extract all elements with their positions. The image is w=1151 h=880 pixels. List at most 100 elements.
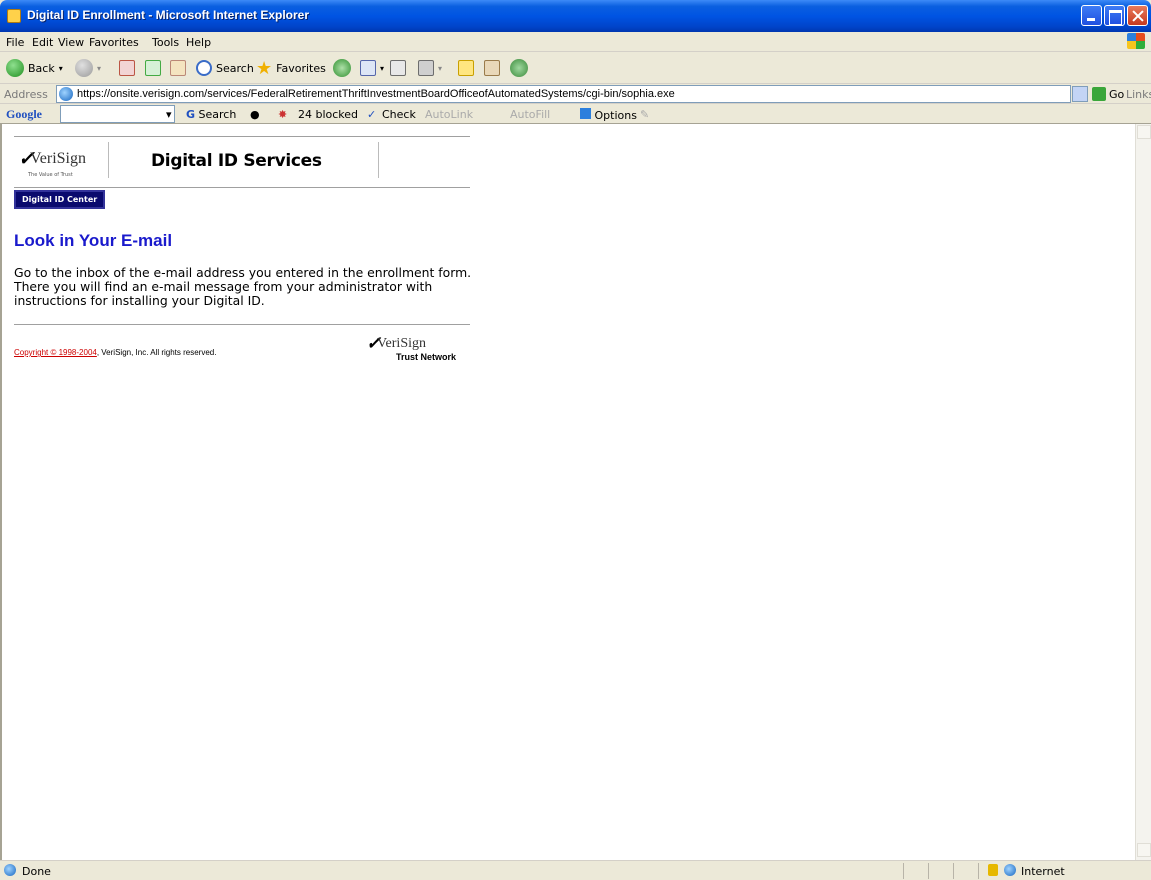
minimize-button[interactable]	[1081, 5, 1102, 26]
maximize-button[interactable]	[1104, 5, 1125, 26]
spellcheck-icon: ✓	[367, 108, 377, 121]
internet-zone-icon	[1004, 864, 1016, 876]
mail-button[interactable]: ▾	[360, 57, 384, 79]
discuss-button[interactable]	[458, 57, 474, 79]
digital-id-center-tab[interactable]: Digital ID Center	[14, 190, 106, 209]
popup-blocked-button[interactable]: 24 blocked	[298, 108, 358, 121]
back-label: Back	[28, 61, 55, 75]
menu-file[interactable]: File	[6, 36, 24, 49]
status-divider	[953, 863, 954, 879]
options-button[interactable]: Options	[580, 108, 637, 122]
header-divider	[378, 142, 379, 178]
spellcheck-button[interactable]: Check	[382, 108, 416, 121]
research-icon	[484, 60, 500, 76]
copyright-link[interactable]: Copyright © 1998-2004	[14, 348, 97, 357]
back-arrow-icon	[6, 59, 24, 77]
address-input[interactable]: https://onsite.verisign.com/services/Fed…	[56, 85, 1071, 103]
page-done-icon	[4, 864, 16, 876]
logo-divider	[108, 142, 109, 178]
back-dropdown-icon: ▾	[58, 63, 63, 73]
edit-button[interactable]: ▾	[418, 57, 442, 79]
back-button[interactable]: Back ▾	[6, 57, 63, 79]
close-button[interactable]	[1127, 5, 1148, 26]
window-title: Digital ID Enrollment - Microsoft Intern…	[27, 8, 310, 22]
print-button[interactable]	[390, 57, 406, 79]
page-title: Look in Your E-mail	[14, 231, 173, 250]
copyright-notice: Copyright © 1998-2004, VeriSign, Inc. Al…	[14, 348, 216, 357]
forward-button[interactable]: ▾	[75, 57, 101, 79]
google-menu-button[interactable]: Google	[6, 107, 42, 122]
options-label: Options	[594, 109, 637, 122]
research-button[interactable]	[484, 57, 500, 79]
google-search-label: Search	[198, 108, 237, 121]
go-arrow-icon	[1092, 87, 1106, 101]
autofill-button[interactable]: AutoFill	[510, 108, 550, 121]
top-divider	[14, 136, 470, 137]
verisign-logo: ✓ VeriSign The Value of Trust	[18, 146, 108, 180]
refresh-icon	[145, 60, 161, 76]
go-button[interactable]: Go	[1092, 87, 1124, 101]
messenger-button[interactable]	[510, 57, 528, 79]
home-icon	[170, 60, 186, 76]
header-bottom-divider	[14, 187, 470, 188]
status-divider	[903, 863, 904, 879]
stop-button[interactable]	[119, 57, 135, 79]
footer-wordmark: VeriSign	[377, 336, 426, 351]
status-bar: Done Internet	[0, 860, 1151, 880]
services-title: Digital ID Services	[151, 151, 322, 171]
options-icon	[580, 108, 591, 119]
search-button[interactable]: Search	[196, 57, 254, 79]
forward-arrow-icon	[75, 59, 93, 77]
browser-window: Digital ID Enrollment - Microsoft Intern…	[0, 0, 1151, 880]
google-search-dropdown-icon[interactable]: ▾	[166, 108, 172, 121]
highlight-icon[interactable]: ✎	[640, 108, 649, 121]
address-bar: Address https://onsite.verisign.com/serv…	[0, 84, 1151, 104]
favorites-button[interactable]: ★ Favorites	[256, 57, 326, 79]
forward-dropdown-icon: ▾	[97, 63, 102, 73]
search-label: Search	[216, 61, 254, 75]
menu-edit[interactable]: Edit	[32, 36, 53, 49]
page-viewport	[0, 124, 1151, 860]
windows-logo-icon	[1127, 33, 1145, 49]
menu-view[interactable]: View	[58, 36, 84, 49]
scroll-up-arrow[interactable]	[1137, 125, 1151, 139]
news-icon[interactable]: ●	[250, 108, 260, 121]
favorites-star-icon: ★	[256, 57, 273, 79]
ie-window-icon	[7, 9, 21, 23]
google-search-button[interactable]: G Search	[186, 108, 236, 121]
history-icon	[333, 59, 351, 77]
go-label: Go	[1109, 87, 1125, 101]
menu-favorites[interactable]: Favorites	[89, 36, 139, 49]
footer-divider	[14, 324, 470, 325]
favorites-label: Favorites	[276, 61, 326, 75]
secure-lock-icon[interactable]	[988, 864, 998, 876]
title-bar[interactable]: Digital ID Enrollment - Microsoft Intern…	[0, 0, 1151, 32]
search-icon	[196, 60, 212, 76]
discuss-icon	[458, 60, 474, 76]
menu-tools[interactable]: Tools	[152, 36, 179, 49]
status-text: Done	[22, 865, 51, 878]
address-dropdown-button[interactable]	[1072, 86, 1088, 102]
home-button[interactable]	[170, 57, 186, 79]
print-icon	[390, 60, 406, 76]
vertical-scrollbar[interactable]	[1135, 124, 1151, 860]
google-search-input[interactable]	[60, 105, 175, 123]
verisign-trust-network-logo: ✓ VeriSign Trust Network	[366, 333, 470, 365]
autolink-button[interactable]: AutoLink	[425, 108, 473, 121]
verisign-tagline: The Value of Trust	[28, 172, 73, 178]
google-g-icon: G	[186, 108, 196, 121]
links-button[interactable]: Links	[1126, 88, 1151, 101]
refresh-button[interactable]	[145, 57, 161, 79]
scroll-down-arrow[interactable]	[1137, 843, 1151, 857]
menu-help[interactable]: Help	[186, 36, 211, 49]
page-icon	[59, 87, 73, 101]
edit-dropdown-icon: ▾	[438, 63, 443, 73]
popup-blocker-icon[interactable]: ✸	[278, 108, 287, 121]
mail-dropdown-icon: ▾	[380, 63, 385, 73]
history-button[interactable]	[333, 57, 351, 79]
verisign-wordmark: VeriSign	[30, 150, 86, 167]
mail-icon	[360, 60, 376, 76]
stop-icon	[119, 60, 135, 76]
google-toolbar: Google ▾ G Search ● ✸ 24 blocked ✓ Check…	[0, 104, 1151, 124]
status-divider	[978, 863, 979, 879]
